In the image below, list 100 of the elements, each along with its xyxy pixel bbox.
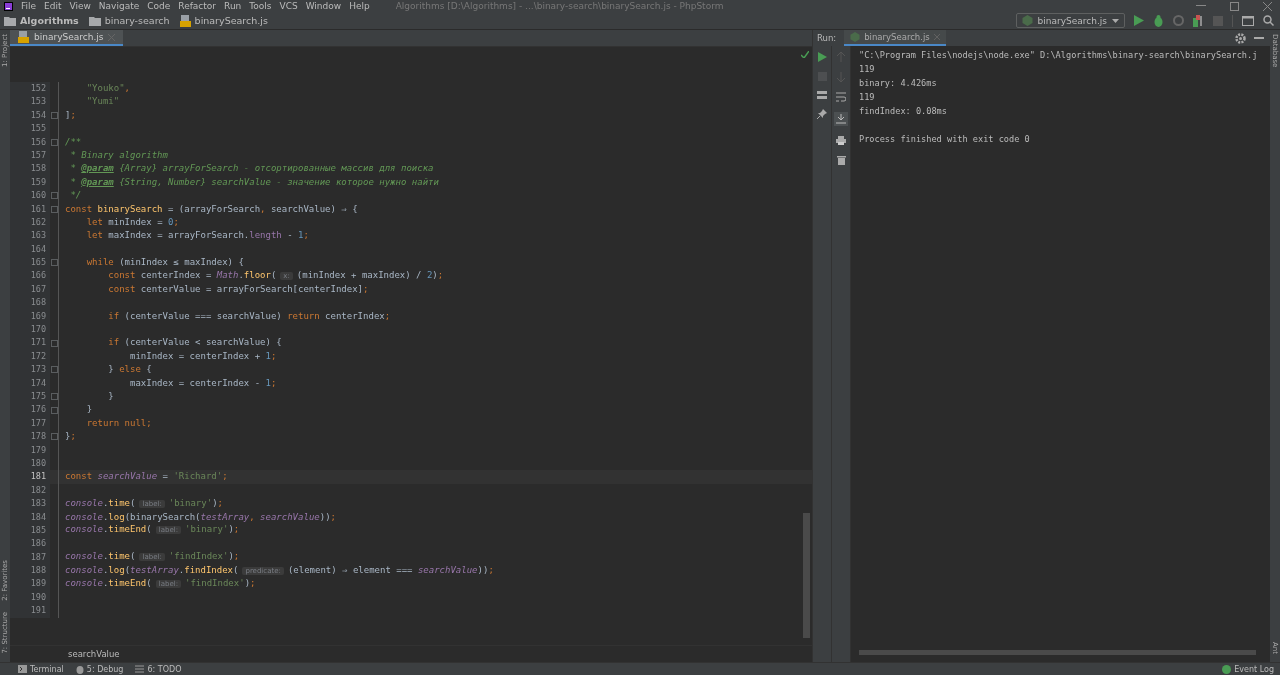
js-file-icon xyxy=(179,14,191,27)
app-logo-icon xyxy=(4,1,13,11)
code-line: maxIndex = centerIndex - 1; xyxy=(129,376,277,390)
editor-tab[interactable]: binarySearch.js xyxy=(10,30,124,46)
menu-item[interactable]: Run xyxy=(224,1,242,11)
code-line: const binarySearch = (arrayForSearch, searchValue) ⇒ { xyxy=(65,202,358,216)
menu-item[interactable]: Help xyxy=(349,1,370,11)
run-icon[interactable] xyxy=(817,52,827,62)
code-line: ]; xyxy=(65,108,76,122)
stop-icon[interactable] xyxy=(1213,15,1223,26)
line-number: 186 xyxy=(10,537,50,551)
code-line: } xyxy=(107,390,114,403)
fold-marker-icon[interactable] xyxy=(50,192,58,200)
tool-window-button[interactable]: 5: Debug xyxy=(75,664,124,674)
menu-item[interactable]: View xyxy=(69,1,91,11)
line-number: 155 xyxy=(10,122,50,136)
code-line: "Youko", xyxy=(85,82,131,95)
code-line: minIndex = centerIndex + 1; xyxy=(129,349,277,363)
window-icon[interactable] xyxy=(1242,15,1254,26)
scroll-to-end-button[interactable] xyxy=(834,112,848,126)
run-tab[interactable]: binarySearch.js xyxy=(844,30,946,46)
menu-item[interactable]: Refactor xyxy=(178,1,217,11)
line-number: 165 xyxy=(10,256,50,270)
fold-marker-icon[interactable] xyxy=(50,366,58,374)
breadcrumb-item[interactable]: binary-search xyxy=(88,15,170,26)
fold-marker-icon[interactable] xyxy=(50,433,58,441)
menu-item[interactable]: Tools xyxy=(249,1,272,11)
fold-marker-icon[interactable] xyxy=(50,205,58,213)
line-number: 178 xyxy=(10,430,50,444)
run-configuration-dropdown[interactable]: binarySearch.js xyxy=(1015,13,1125,28)
line-number: 170 xyxy=(10,323,50,337)
breadcrumb-item[interactable]: binarySearch.js xyxy=(179,14,268,27)
code-line: const searchValue = 'Richard'; xyxy=(65,470,228,484)
down-arrow-icon[interactable] xyxy=(837,72,845,82)
line-number: 152 xyxy=(10,82,50,96)
soft-wrap-icon[interactable] xyxy=(836,92,846,102)
console-output-line: findIndex: 0.08ms xyxy=(859,105,948,118)
tool-window-button[interactable]: 6: TODO xyxy=(135,664,182,674)
code-line: * Binary algorithm xyxy=(69,148,168,162)
code-line: let minIndex = 0; xyxy=(85,215,179,229)
list-icon xyxy=(135,665,145,673)
line-number: 183 xyxy=(10,497,50,511)
code-line: } xyxy=(85,403,93,417)
close-icon[interactable] xyxy=(1263,1,1272,11)
trash-icon[interactable] xyxy=(836,155,846,165)
line-number: 189 xyxy=(10,577,50,591)
fold-marker-icon[interactable] xyxy=(50,138,58,146)
bug-icon[interactable] xyxy=(1153,14,1164,27)
panel-label: Run: xyxy=(817,33,837,43)
line-number: 163 xyxy=(10,229,50,243)
profiler-icon[interactable] xyxy=(1193,14,1204,27)
menu-item[interactable]: Navigate xyxy=(98,1,140,11)
process-exit-message: Process finished with exit code 0 xyxy=(859,133,1031,146)
line-number: 173 xyxy=(10,363,50,377)
layout-icon[interactable] xyxy=(817,91,827,99)
print-icon[interactable] xyxy=(836,136,846,145)
search-icon[interactable] xyxy=(1263,15,1274,26)
folder-icon xyxy=(88,15,101,26)
code-line: console.log(binarySearch(testArray, searchValue)); xyxy=(65,510,336,524)
nodejs-icon xyxy=(850,32,861,42)
fold-marker-icon[interactable] xyxy=(50,259,58,267)
fold-marker-icon[interactable] xyxy=(50,111,58,119)
maximize-icon[interactable] xyxy=(1230,1,1239,11)
run-icon[interactable] xyxy=(1134,15,1144,26)
console-output-line: 119 xyxy=(859,91,876,104)
editor-breadcrumb[interactable]: searchValue xyxy=(68,649,120,659)
coverage-icon[interactable] xyxy=(1173,15,1184,26)
line-number: 160 xyxy=(10,189,50,203)
fold-marker-icon[interactable] xyxy=(50,393,58,401)
caret-icon xyxy=(1112,18,1119,23)
code-line: * @param {Array} arrayForSearch - отсортированные массив для поиска xyxy=(69,162,434,176)
menu-item[interactable]: Code xyxy=(147,1,171,11)
scrollbar[interactable] xyxy=(803,513,810,638)
fold-marker-icon[interactable] xyxy=(50,339,58,347)
menu-item[interactable]: Edit xyxy=(44,1,62,11)
code-line: }; xyxy=(65,430,76,444)
minimize-icon[interactable] xyxy=(1196,5,1206,7)
code-line: } else { xyxy=(107,363,152,377)
menu-item[interactable]: Window xyxy=(305,1,342,11)
line-number: 166 xyxy=(10,269,50,283)
close-icon[interactable] xyxy=(108,33,116,41)
settings-icon[interactable] xyxy=(1235,32,1246,44)
code-line: */ xyxy=(69,189,82,203)
code-line: const centerValue = arrayForSearch[centerIndex]; xyxy=(107,282,369,296)
scrollbar[interactable] xyxy=(859,650,1256,655)
line-number: 188 xyxy=(10,564,50,578)
pin-icon[interactable] xyxy=(817,109,827,119)
console-output-line: binary: 4.426ms xyxy=(859,77,938,90)
tool-window-button[interactable]: Terminal xyxy=(18,664,64,674)
up-arrow-icon[interactable] xyxy=(837,52,845,62)
check-icon xyxy=(801,51,809,58)
code-line: let maxIndex = arrayForSearch.length - 1; xyxy=(85,229,309,243)
code-line: return null; xyxy=(85,416,152,430)
code-line: "Yumi" xyxy=(85,95,120,109)
event-log-button[interactable]: Event Log xyxy=(1222,664,1274,674)
close-icon[interactable] xyxy=(933,34,940,40)
menu-item[interactable]: VCS xyxy=(279,1,298,11)
fold-marker-icon[interactable] xyxy=(50,406,58,414)
breadcrumb-item[interactable]: Algorithms xyxy=(4,15,79,26)
menu-item[interactable]: File xyxy=(21,1,37,11)
